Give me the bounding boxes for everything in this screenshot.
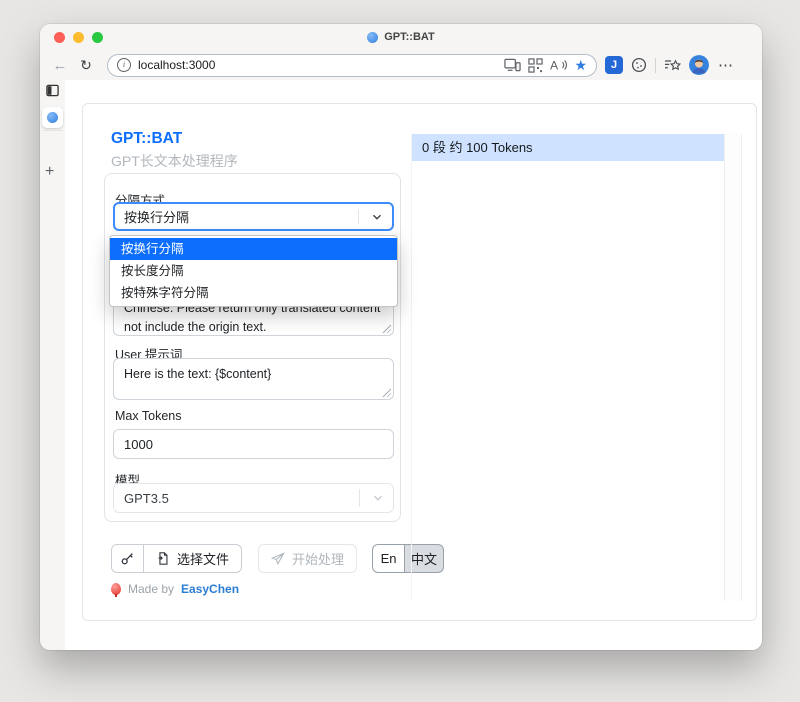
browser-window: GPT::BAT ← ↻ i localhost:3000 A ★ [40,24,762,650]
app-favicon-icon [367,32,378,43]
window-body: + GPT::BAT GPT长文本处理程序 分隔方式 按换行分隔 [40,80,762,650]
form-card: 分隔方式 按换行分隔 Chinese. Please return only t… [104,173,401,522]
browser-toolbar: ← ↻ i localhost:3000 A ★ J [40,50,762,80]
favorites-hub-icon[interactable] [664,58,681,73]
toolbar-divider [655,58,656,73]
balloon-icon [111,583,121,595]
dropdown-option-newline[interactable]: 按换行分隔 [110,238,397,260]
extensions-icon[interactable] [631,57,647,73]
favorite-star-icon[interactable]: ★ [574,58,587,72]
tab-actions-icon[interactable] [46,84,59,102]
window-title-area: GPT::BAT [40,24,762,50]
model-select[interactable]: GPT3.5 [113,483,394,513]
file-upload-icon [156,551,170,566]
svg-text:A: A [550,59,559,72]
active-tab[interactable] [42,107,63,128]
select-divider [358,209,359,224]
start-processing-label: 开始处理 [292,549,344,568]
back-button[interactable]: ← [51,58,69,73]
page-card: GPT::BAT GPT长文本处理程序 分隔方式 按换行分隔 [82,103,757,621]
choose-file-button[interactable]: 选择文件 [143,544,242,573]
start-processing-button[interactable]: 开始处理 [258,544,357,573]
extension-j-button[interactable]: J [605,56,623,74]
site-info-icon[interactable]: i [117,58,131,72]
max-tokens-input[interactable] [113,429,394,459]
read-aloud-icon[interactable]: A [550,58,567,72]
dropdown-option-special-char[interactable]: 按特殊字符分隔 [110,282,397,304]
author-link[interactable]: EasyChen [181,582,239,596]
page-subtitle: GPT长文本处理程序 [111,151,238,171]
chevron-down-icon [371,491,385,505]
refresh-button[interactable]: ↻ [77,58,95,72]
action-button-row: 选择文件 开始处理 En 中文 [111,544,444,573]
url-text: localhost:3000 [138,58,215,72]
lang-en-button[interactable]: En [372,544,405,573]
made-by-text: Made by [128,582,174,596]
tab-divider [42,130,63,131]
window-title: GPT::BAT [384,31,435,43]
panel-scrollbar[interactable] [724,134,742,601]
user-prompt-textarea[interactable]: Here is the text: {$content} [113,358,394,400]
max-tokens-label: Max Tokens [115,409,181,423]
profile-avatar[interactable] [689,55,709,75]
send-to-devices-icon[interactable] [504,58,521,72]
model-value: GPT3.5 [124,491,169,506]
more-menu-button[interactable]: ⋯ [717,58,735,73]
vertical-tabstrip: + [40,80,65,650]
window-titlebar: GPT::BAT [40,24,762,50]
qr-code-icon[interactable] [528,58,543,73]
address-bar[interactable]: i localhost:3000 A ★ [107,54,597,77]
key-icon [120,551,135,566]
select-divider [359,489,360,507]
result-panel: 0 段 约 100 Tokens [411,134,756,601]
web-content: GPT::BAT GPT长文本处理程序 分隔方式 按换行分隔 [65,80,762,650]
split-mode-value: 按换行分隔 [124,207,189,226]
chevron-down-icon [370,210,384,224]
split-mode-select[interactable]: 按换行分隔 [113,202,394,231]
api-key-button[interactable] [111,544,144,573]
split-mode-dropdown: 按换行分隔 按长度分隔 按特殊字符分隔 [109,235,398,307]
token-count-header: 0 段 约 100 Tokens [412,134,725,161]
send-icon [271,552,285,566]
choose-file-label: 选择文件 [177,549,229,568]
page-title: GPT::BAT [111,130,182,148]
desktop: GPT::BAT ← ↻ i localhost:3000 A ★ [0,0,800,702]
footer: Made by EasyChen [111,582,239,596]
dropdown-option-length[interactable]: 按长度分隔 [110,260,397,282]
new-tab-button[interactable]: + [45,164,54,180]
user-prompt-wrap: Here is the text: {$content} [113,358,394,400]
tab-favicon-icon [47,112,58,123]
